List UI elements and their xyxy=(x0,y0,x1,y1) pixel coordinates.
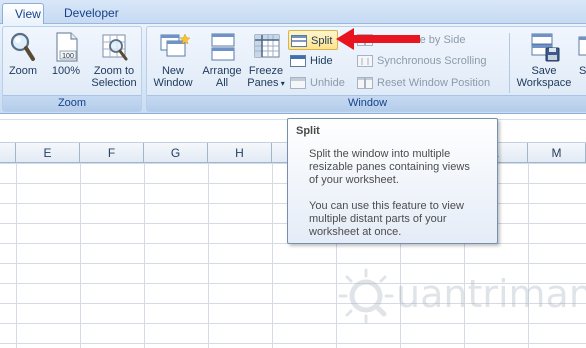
column-header-e[interactable]: E xyxy=(16,143,80,163)
watermark-text: uantrimang xyxy=(396,272,586,316)
tab-developer[interactable]: Developer xyxy=(52,3,132,24)
red-arrow-annotation xyxy=(336,28,420,50)
tab-view[interactable]: View xyxy=(2,3,44,24)
zoom-to-selection-label-1: Zoom to xyxy=(93,65,135,77)
window-group-label: Window xyxy=(147,95,586,111)
tooltip-paragraph-2: You can use this feature to view multipl… xyxy=(309,200,464,238)
freeze-panes-icon xyxy=(251,31,281,61)
synchronous-scrolling-button[interactable]: Synchronous Scrolling xyxy=(355,51,505,71)
unhide-icon xyxy=(290,76,306,90)
synchronous-scrolling-icon xyxy=(357,54,373,68)
zoom-group: Zoom 100 100% Zoom to Selection Zoom xyxy=(2,26,142,112)
zoom-to-selection-button[interactable]: Zoom to Selection xyxy=(87,31,141,89)
zoom-selection-icon xyxy=(99,31,129,61)
column-header-g[interactable]: G xyxy=(144,143,208,163)
new-window-icon xyxy=(158,31,191,61)
switch-windows-button[interactable]: S xyxy=(577,31,586,77)
watermark-logo: uantrimang xyxy=(338,268,586,328)
svg-text:100: 100 xyxy=(62,53,74,60)
save-workspace-icon xyxy=(529,31,560,62)
zoom-button-label: Zoom xyxy=(8,65,38,77)
split-button[interactable]: Split xyxy=(288,30,338,50)
arrange-all-label-1: Arrange xyxy=(202,65,242,77)
arrange-all-label-2: All xyxy=(215,77,229,89)
zoom-100-button[interactable]: 100 100% xyxy=(47,31,85,77)
column-header-f[interactable]: F xyxy=(80,143,144,163)
group-separator xyxy=(509,33,510,93)
zoom-to-selection-label-2: Selection xyxy=(91,77,137,89)
save-workspace-label-2: Workspace xyxy=(516,77,572,89)
split-tooltip: Split Split the window into multiple res… xyxy=(287,118,498,244)
select-all-corner[interactable] xyxy=(0,143,16,163)
zoom-button[interactable]: Zoom xyxy=(5,31,41,77)
watermark-sun-icon xyxy=(338,268,394,324)
hide-icon xyxy=(290,54,306,68)
reset-window-position-button[interactable]: Reset Window Position xyxy=(355,73,515,93)
zoom-100-label: 100% xyxy=(51,65,81,77)
new-window-label-2: Window xyxy=(153,77,193,89)
page-100-icon: 100 xyxy=(51,31,81,62)
column-header-m[interactable]: M xyxy=(528,143,586,163)
magnifier-icon xyxy=(8,31,38,61)
split-icon xyxy=(291,34,307,48)
hide-button[interactable]: Hide xyxy=(288,51,338,71)
unhide-label: Unhide xyxy=(310,77,345,89)
switch-windows-label: S xyxy=(579,65,586,77)
unhide-button[interactable]: Unhide xyxy=(288,73,350,93)
freeze-panes-label-2: Panes xyxy=(247,77,279,89)
arrange-all-button[interactable]: Arrange All xyxy=(199,31,245,89)
freeze-panes-label-1: Freeze xyxy=(248,65,284,77)
new-window-button[interactable]: New Window xyxy=(149,31,197,89)
tooltip-title: Split xyxy=(296,125,320,137)
save-workspace-label-1: Save xyxy=(531,65,557,77)
new-window-label-1: New xyxy=(161,65,184,77)
reset-window-position-label: Reset Window Position xyxy=(377,77,491,89)
arrange-all-icon xyxy=(207,31,237,61)
ribbon-tab-bar: View Developer xyxy=(0,0,586,24)
hide-label: Hide xyxy=(310,55,333,67)
freeze-panes-button[interactable]: Freeze Panes ▾ xyxy=(245,31,287,90)
synchronous-scrolling-label: Synchronous Scrolling xyxy=(377,55,487,67)
zoom-group-label: Zoom xyxy=(3,95,141,111)
tooltip-paragraph-1: Split the window into multiple resizable… xyxy=(309,148,470,186)
switch-windows-icon xyxy=(577,31,586,61)
ribbon: Zoom 100 100% Zoom to Selection Zoom New… xyxy=(0,24,586,114)
column-header-h[interactable]: H xyxy=(208,143,272,163)
split-label: Split xyxy=(311,35,333,47)
save-workspace-button[interactable]: Save Workspace xyxy=(513,31,575,89)
reset-window-icon xyxy=(357,76,373,90)
dropdown-arrow-icon: ▾ xyxy=(278,79,285,88)
